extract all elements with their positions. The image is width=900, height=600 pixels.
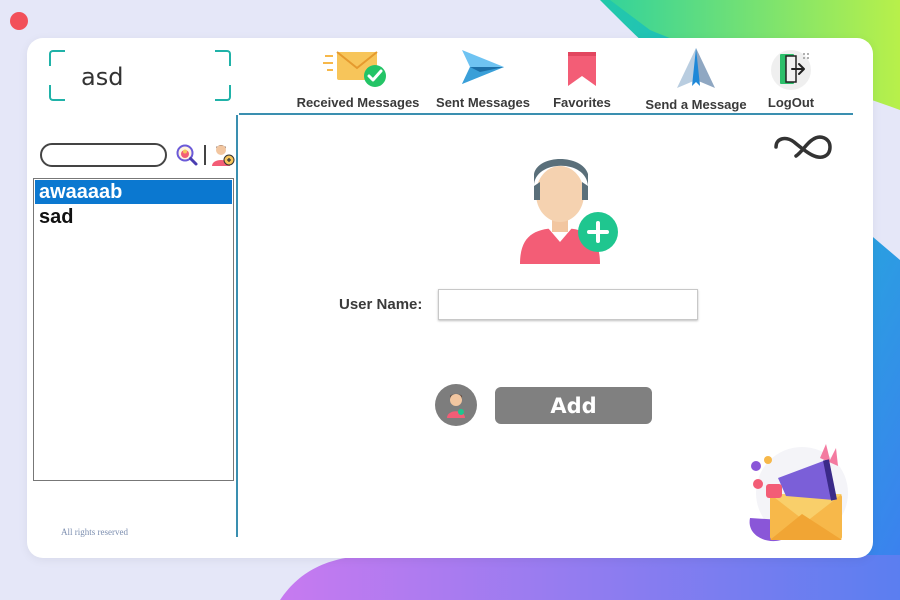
toolbar-separator [204,145,206,165]
nav-sent-label: Sent Messages [436,95,530,110]
nav-favorites-label: Favorites [553,95,611,110]
nav-sent-messages[interactable]: Sent Messages [432,46,534,114]
current-user-name: asd [81,63,124,91]
bracket-corner [49,85,65,101]
user-name-label: User Name: [339,296,423,313]
avatar [435,384,477,426]
bracket-corner [215,50,231,66]
nav-send-message[interactable]: Send a Message [637,46,755,114]
bookmark-icon [568,52,596,86]
person-avatar-icon [447,393,465,418]
send-arrow-icon [677,48,715,88]
add-user-illustration [520,159,618,264]
bracket-corner [215,85,231,101]
logout-door-icon [771,50,811,90]
add-contact-icon[interactable] [210,142,236,168]
user-name-input[interactable] [438,289,698,320]
footer-copyright: All rights reserved [61,527,128,537]
bracket-corner [49,50,65,66]
sidebar-divider [236,115,238,537]
infinity-icon[interactable] [772,130,834,164]
contact-item[interactable]: awaaaab [35,180,232,204]
envelope-check-icon [323,51,386,87]
nav-logout[interactable]: LogOut [761,46,821,114]
close-window-button[interactable] [10,12,28,30]
search-magnifier-icon[interactable] [175,143,199,167]
app-window: asd Received Messages Sent Messages Favo… [27,38,873,558]
add-user-button[interactable]: Add [495,387,652,424]
contact-item[interactable]: sad [35,205,232,229]
nav-received-label: Received Messages [296,95,420,110]
contact-list[interactable]: awaaaab sad [33,178,234,481]
nav-favorites[interactable]: Favorites [547,46,617,114]
contact-search-input[interactable] [40,143,167,167]
nav-send-label: Send a Message [645,97,747,112]
current-user-box: asd [49,50,231,101]
megaphone-envelope-illustration [749,444,848,542]
nav-divider [239,113,853,115]
nav-logout-label: LogOut [767,95,815,110]
nav-received-messages[interactable]: Received Messages [291,46,425,114]
paper-plane-icon [462,50,504,84]
